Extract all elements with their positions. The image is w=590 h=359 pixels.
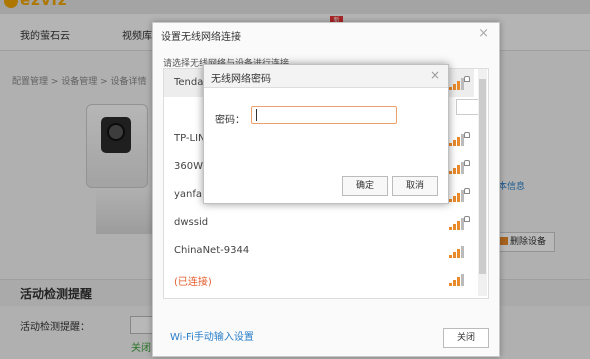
wifi-signal-icon bbox=[449, 188, 470, 202]
network-connected-label: (已连接) bbox=[174, 277, 212, 288]
network-item[interactable]: ChinaNet-9344 bbox=[164, 237, 474, 265]
close-icon[interactable]: × bbox=[430, 68, 440, 82]
password-dialog-header: 无线网络密码 × bbox=[204, 65, 448, 88]
close-button[interactable]: 关闭 bbox=[443, 328, 489, 348]
network-name: dwssid bbox=[174, 217, 209, 228]
manual-wifi-link[interactable]: Wi-Fi手动输入设置 bbox=[170, 328, 254, 343]
network-list-scrollbar[interactable] bbox=[478, 69, 487, 296]
network-item[interactable]: dwssid bbox=[164, 209, 474, 237]
close-icon[interactable]: × bbox=[478, 26, 489, 41]
wifi-signal-icon bbox=[449, 216, 470, 230]
text-caret bbox=[256, 109, 257, 121]
wifi-dialog-title: 设置无线网络连接 bbox=[161, 32, 241, 43]
network-name: 360WI bbox=[174, 161, 206, 172]
password-input[interactable] bbox=[251, 106, 397, 124]
scrollbar-thumb[interactable] bbox=[479, 79, 486, 274]
network-name: yanfa bbox=[174, 189, 203, 200]
network-item[interactable]: (已连接) bbox=[164, 265, 474, 293]
network-name: ChinaNet-9344 bbox=[174, 245, 250, 256]
password-dialog: 无线网络密码 × 密码： 确定 取消 bbox=[203, 64, 449, 204]
wifi-signal-icon bbox=[449, 160, 470, 174]
wifi-signal-icon bbox=[449, 246, 469, 258]
cancel-button[interactable]: 取消 bbox=[392, 176, 438, 196]
network-name: TP-LIN bbox=[174, 133, 206, 144]
wifi-signal-icon bbox=[449, 76, 470, 90]
password-dialog-title: 无线网络密码 bbox=[211, 74, 271, 85]
wifi-signal-icon bbox=[449, 274, 469, 286]
wifi-signal-icon bbox=[449, 132, 470, 146]
password-label: 密码： bbox=[215, 115, 245, 126]
confirm-button[interactable]: 确定 bbox=[342, 176, 388, 196]
